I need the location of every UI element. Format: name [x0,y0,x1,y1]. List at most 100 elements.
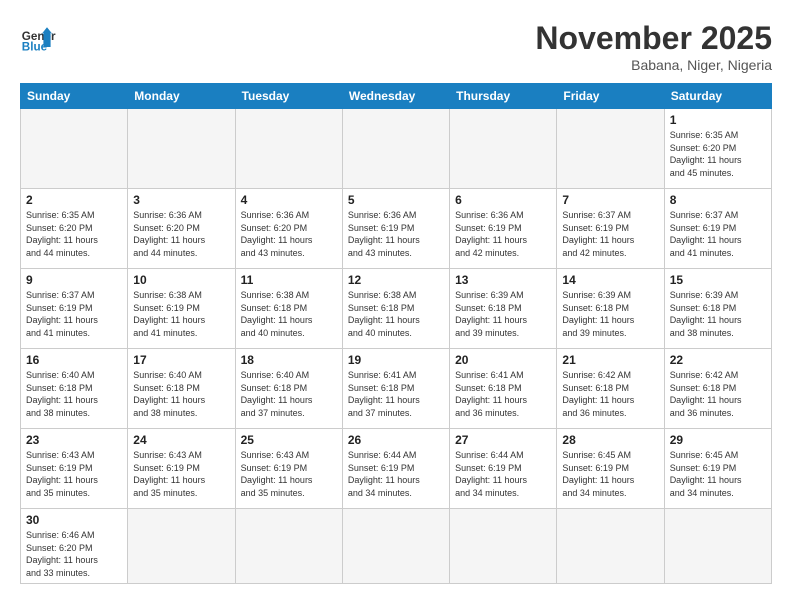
day-number: 8 [670,193,766,207]
day-info: Sunrise: 6:43 AM Sunset: 6:19 PM Dayligh… [241,449,337,499]
calendar-cell: 12 Sunrise: 6:38 AM Sunset: 6:18 PM Dayli… [342,269,449,349]
day-info: Sunrise: 6:37 AM Sunset: 6:19 PM Dayligh… [670,209,766,259]
day-info: Sunrise: 6:35 AM Sunset: 6:20 PM Dayligh… [26,209,122,259]
weekday-header-tuesday: Tuesday [235,84,342,109]
calendar-cell: 9 Sunrise: 6:37 AM Sunset: 6:19 PM Daylig… [21,269,128,349]
day-info: Sunrise: 6:45 AM Sunset: 6:19 PM Dayligh… [670,449,766,499]
logo-icon: General Blue [20,20,56,56]
calendar-cell [235,109,342,189]
day-number: 29 [670,433,766,447]
day-number: 3 [133,193,229,207]
day-info: Sunrise: 6:40 AM Sunset: 6:18 PM Dayligh… [241,369,337,419]
calendar-cell: 26Sunrise: 6:44 AM Sunset: 6:19 PM Dayli… [342,429,449,509]
day-info: Sunrise: 6:41 AM Sunset: 6:18 PM Dayligh… [348,369,444,419]
calendar-table: SundayMondayTuesdayWednesdayThursdayFrid… [20,83,772,584]
calendar-cell: 6 Sunrise: 6:36 AM Sunset: 6:19 PM Daylig… [450,189,557,269]
day-info: Sunrise: 6:36 AM Sunset: 6:20 PM Dayligh… [241,209,337,259]
calendar-cell: 18 Sunrise: 6:40 AM Sunset: 6:18 PM Dayli… [235,349,342,429]
day-info: Sunrise: 6:39 AM Sunset: 6:18 PM Dayligh… [455,289,551,339]
calendar-cell [557,109,664,189]
calendar-week-4: 16 Sunrise: 6:40 AM Sunset: 6:18 PM Dayli… [21,349,772,429]
calendar-cell: 20Sunrise: 6:41 AM Sunset: 6:18 PM Dayli… [450,349,557,429]
day-number: 23 [26,433,122,447]
day-number: 13 [455,273,551,287]
day-number: 5 [348,193,444,207]
day-info: Sunrise: 6:38 AM Sunset: 6:18 PM Dayligh… [348,289,444,339]
day-number: 17 [133,353,229,367]
day-info: Sunrise: 6:45 AM Sunset: 6:19 PM Dayligh… [562,449,658,499]
calendar-cell: 11Sunrise: 6:38 AM Sunset: 6:18 PM Dayli… [235,269,342,349]
day-number: 14 [562,273,658,287]
day-number: 16 [26,353,122,367]
calendar-week-5: 23 Sunrise: 6:43 AM Sunset: 6:19 PM Dayli… [21,429,772,509]
weekday-header-wednesday: Wednesday [342,84,449,109]
day-number: 30 [26,513,122,527]
page-header: General Blue November 2025 Babana, Niger… [20,20,772,73]
calendar-cell: 27Sunrise: 6:44 AM Sunset: 6:19 PM Dayli… [450,429,557,509]
title-block: November 2025 Babana, Niger, Nigeria [535,20,772,73]
day-info: Sunrise: 6:44 AM Sunset: 6:19 PM Dayligh… [348,449,444,499]
calendar-cell: 2 Sunrise: 6:35 AM Sunset: 6:20 PM Daylig… [21,189,128,269]
day-number: 9 [26,273,122,287]
weekday-header-saturday: Saturday [664,84,771,109]
month-title: November 2025 [535,20,772,57]
weekday-header-monday: Monday [128,84,235,109]
calendar-week-3: 9 Sunrise: 6:37 AM Sunset: 6:19 PM Daylig… [21,269,772,349]
day-info: Sunrise: 6:39 AM Sunset: 6:18 PM Dayligh… [562,289,658,339]
day-number: 18 [241,353,337,367]
day-info: Sunrise: 6:36 AM Sunset: 6:19 PM Dayligh… [348,209,444,259]
day-number: 12 [348,273,444,287]
day-number: 15 [670,273,766,287]
day-number: 28 [562,433,658,447]
day-info: Sunrise: 6:41 AM Sunset: 6:18 PM Dayligh… [455,369,551,419]
day-info: Sunrise: 6:36 AM Sunset: 6:20 PM Dayligh… [133,209,229,259]
day-number: 6 [455,193,551,207]
calendar-cell: 13 Sunrise: 6:39 AM Sunset: 6:18 PM Dayli… [450,269,557,349]
day-info: Sunrise: 6:36 AM Sunset: 6:19 PM Dayligh… [455,209,551,259]
day-number: 25 [241,433,337,447]
day-info: Sunrise: 6:42 AM Sunset: 6:18 PM Dayligh… [562,369,658,419]
logo: General Blue [20,20,56,56]
day-number: 21 [562,353,658,367]
calendar-cell: 1Sunrise: 6:35 AM Sunset: 6:20 PM Daylig… [664,109,771,189]
day-number: 11 [241,273,337,287]
calendar-cell: 25 Sunrise: 6:43 AM Sunset: 6:19 PM Dayli… [235,429,342,509]
calendar-week-2: 2 Sunrise: 6:35 AM Sunset: 6:20 PM Daylig… [21,189,772,269]
weekday-header-row: SundayMondayTuesdayWednesdayThursdayFrid… [21,84,772,109]
day-number: 2 [26,193,122,207]
calendar-cell [557,509,664,584]
day-number: 7 [562,193,658,207]
calendar-cell [450,509,557,584]
calendar-cell: 15 Sunrise: 6:39 AM Sunset: 6:18 PM Dayli… [664,269,771,349]
calendar-cell: 29 Sunrise: 6:45 AM Sunset: 6:19 PM Dayli… [664,429,771,509]
day-info: Sunrise: 6:37 AM Sunset: 6:19 PM Dayligh… [562,209,658,259]
day-info: Sunrise: 6:39 AM Sunset: 6:18 PM Dayligh… [670,289,766,339]
calendar-cell: 7 Sunrise: 6:37 AM Sunset: 6:19 PM Daylig… [557,189,664,269]
calendar-cell: 14 Sunrise: 6:39 AM Sunset: 6:18 PM Dayli… [557,269,664,349]
day-info: Sunrise: 6:42 AM Sunset: 6:18 PM Dayligh… [670,369,766,419]
day-number: 27 [455,433,551,447]
calendar-cell: 17 Sunrise: 6:40 AM Sunset: 6:18 PM Dayli… [128,349,235,429]
day-number: 22 [670,353,766,367]
calendar-cell [664,509,771,584]
day-info: Sunrise: 6:43 AM Sunset: 6:19 PM Dayligh… [133,449,229,499]
day-info: Sunrise: 6:46 AM Sunset: 6:20 PM Dayligh… [26,529,122,579]
calendar-cell [128,509,235,584]
calendar-cell: 28 Sunrise: 6:45 AM Sunset: 6:19 PM Dayli… [557,429,664,509]
calendar-cell: 24Sunrise: 6:43 AM Sunset: 6:19 PM Dayli… [128,429,235,509]
day-info: Sunrise: 6:40 AM Sunset: 6:18 PM Dayligh… [133,369,229,419]
calendar-cell: 16Sunrise: 6:40 AM Sunset: 6:18 PM Dayli… [21,349,128,429]
weekday-header-sunday: Sunday [21,84,128,109]
location: Babana, Niger, Nigeria [535,57,772,73]
day-info: Sunrise: 6:37 AM Sunset: 6:19 PM Dayligh… [26,289,122,339]
calendar-cell: 10Sunrise: 6:38 AM Sunset: 6:19 PM Dayli… [128,269,235,349]
calendar-week-6: 30 Sunrise: 6:46 AM Sunset: 6:20 PM Dayli… [21,509,772,584]
calendar-cell [342,109,449,189]
calendar-cell: 3 Sunrise: 6:36 AM Sunset: 6:20 PM Daylig… [128,189,235,269]
weekday-header-friday: Friday [557,84,664,109]
calendar-cell: 8 Sunrise: 6:37 AM Sunset: 6:19 PM Daylig… [664,189,771,269]
calendar-cell: 23Sunrise: 6:43 AM Sunset: 6:19 PM Dayli… [21,429,128,509]
calendar-week-1: 1Sunrise: 6:35 AM Sunset: 6:20 PM Daylig… [21,109,772,189]
day-number: 4 [241,193,337,207]
calendar-cell [235,509,342,584]
